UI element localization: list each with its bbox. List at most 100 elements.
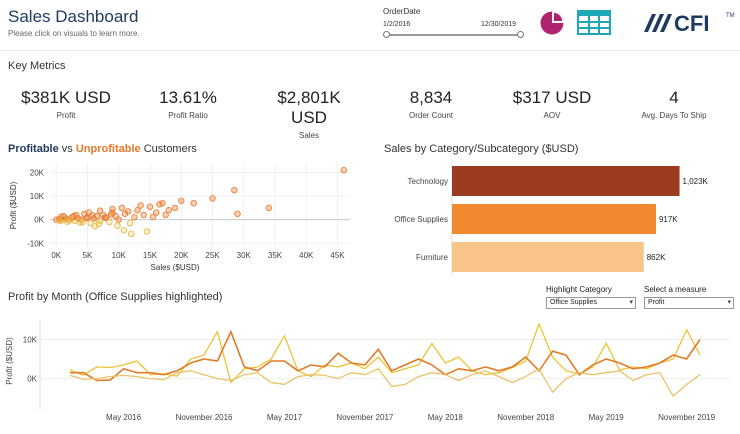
scatter-point [79,218,86,226]
pie-chart-icon[interactable] [539,10,565,36]
line-y-tick-label: 0K [27,375,37,384]
monthly-title: Profit by Month (Office Supplies highlig… [8,291,223,303]
bar-technology [452,166,680,196]
scatter-point [108,211,115,218]
order-date-slider-start-handle[interactable] [383,31,390,38]
line-y-tick-label: 10K [23,336,38,345]
scatter-x-tick-label: 10K [112,251,127,260]
line-x-tick-label: November 2018 [497,413,554,422]
scatter-x-tick-label: 0K [51,251,61,260]
scatter-point [190,199,197,207]
highlight-category-label: Highlight Category [546,285,612,294]
line-x-tick-label: November 2019 [658,413,715,422]
scatter-point [140,211,147,219]
scatter-point [96,207,104,214]
scatter-point [109,205,116,213]
scatter-point [118,204,126,212]
monthly-line-chart[interactable]: 10K 0K May 2016 November 2016 May 2017 Novemb… [0,310,740,430]
scatter-x-tick-label: 25K [205,251,220,260]
scatter-y-tick-label: 10K [30,192,45,201]
category-bar-chart[interactable]: Technology 1,023K Office Supplies 917K Furni… [380,160,735,275]
measure-select[interactable]: Profit ▾ [644,297,734,309]
bar-category-label: Furniture [416,253,449,262]
kpi-aov[interactable]: $317 USD AOV [502,88,602,120]
scatter-point [209,195,216,202]
cfi-logo: CFI TM [640,6,736,36]
scatter-point [91,223,99,230]
order-date-start: 1/2/2016 [383,21,411,28]
scatter-point [131,214,138,221]
scatter-point [149,213,157,221]
kpi-value: $2,801K USD [277,88,341,127]
scatter-x-tick-label: 15K [143,251,158,260]
kpi-value: $317 USD [512,88,592,107]
kpi-label: Profit Ratio [168,111,208,120]
scatter-point [120,227,127,234]
scatter-point [265,204,272,212]
line-x-tick-label: May 2018 [428,413,464,422]
scatter-x-tick-label: 40K [299,251,314,260]
bar-category-label: Technology [408,177,448,186]
page-title: Sales Dashboard [8,7,139,26]
line-x-tick-label: May 2016 [106,413,142,422]
order-date-slider-end-handle[interactable] [517,31,524,38]
scatter-point [73,211,80,219]
scatter-point [101,214,109,221]
kpi-profit[interactable]: $381K USD Profit [16,88,116,120]
kpi-value: 13.61% [159,88,217,107]
scatter-point [126,220,134,227]
scatter-point [156,201,163,208]
scatter-x-tick-label: 30K [237,251,252,260]
kpi-profit-ratio[interactable]: 13.61% Profit Ratio [138,88,238,120]
order-date-slider-track[interactable] [387,34,520,36]
scatter-point [128,230,135,238]
scatter-title: Profitable vs Unprofitable Customers [8,143,197,155]
page-subtitle: Please click on visuals to learn more. [8,29,140,38]
scatter-point [340,166,347,174]
scatter-y-tick-label: -10K [27,239,45,248]
kpi-label: Sales [298,131,319,140]
line-y-axis-label: Profit ($USD) [5,337,14,385]
bar-office-supplies [452,204,656,234]
scatter-point [234,210,241,217]
scatter-point [114,222,121,229]
logo-text: CFI [674,11,709,36]
header-divider [0,50,740,51]
scatter-point [231,186,238,194]
kpi-order-count[interactable]: 8,834 Order Count [381,88,481,120]
scatter-title-profitable: Profitable [8,143,59,155]
highlight-category-select[interactable]: Office Supplies ▾ [546,297,636,309]
scatter-point [162,211,169,219]
chevron-down-icon: ▾ [629,299,633,306]
measure-label: Select a measure [644,285,707,294]
kpi-avg-days-to-ship[interactable]: 4 Avg. Days To Ship [624,88,724,120]
chevron-down-icon: ▾ [727,299,731,306]
kpi-sales[interactable]: $2,801K USD Sales [259,88,359,140]
scatter-point [146,203,154,210]
scatter-y-axis-label: Profit ($USD) [9,181,18,229]
scatter-x-tick-label: 35K [268,251,283,260]
scatter-point [85,209,92,216]
scatter-point [143,228,151,235]
line-x-tick-label: November 2017 [336,413,393,422]
order-date-end: 12/30/2019 [481,21,517,28]
kpi-value: 8,834 [409,88,453,107]
scatter-point [178,197,185,204]
scatter-point [60,212,67,220]
line-x-tick-label: November 2016 [176,413,233,422]
kpi-value: $381K USD [21,88,111,107]
scatter-x-tick-label: 45K [330,251,345,260]
kpi-label: Avg. Days To Ship [641,111,707,120]
scatter-y-tick-label: 20K [30,168,45,177]
scatter-point [56,217,64,225]
line-x-tick-label: May 2017 [267,413,303,422]
scatter-x-tick-label: 20K [174,251,189,260]
scatter-y-tick-label: 0K [34,216,44,225]
kpi-label: Profit [56,111,76,120]
scatter-point [171,204,179,212]
line-series-2 [69,367,701,398]
table-icon[interactable] [577,10,611,35]
scatter-chart[interactable]: 0K 5K 10K 15K 20K 25K 30K 35K 40K 45K 20K 10K 0K -10K… [0,158,360,278]
measure-value: Profit [648,299,665,306]
scatter-title-unprofitable: Unprofitable [75,143,141,155]
